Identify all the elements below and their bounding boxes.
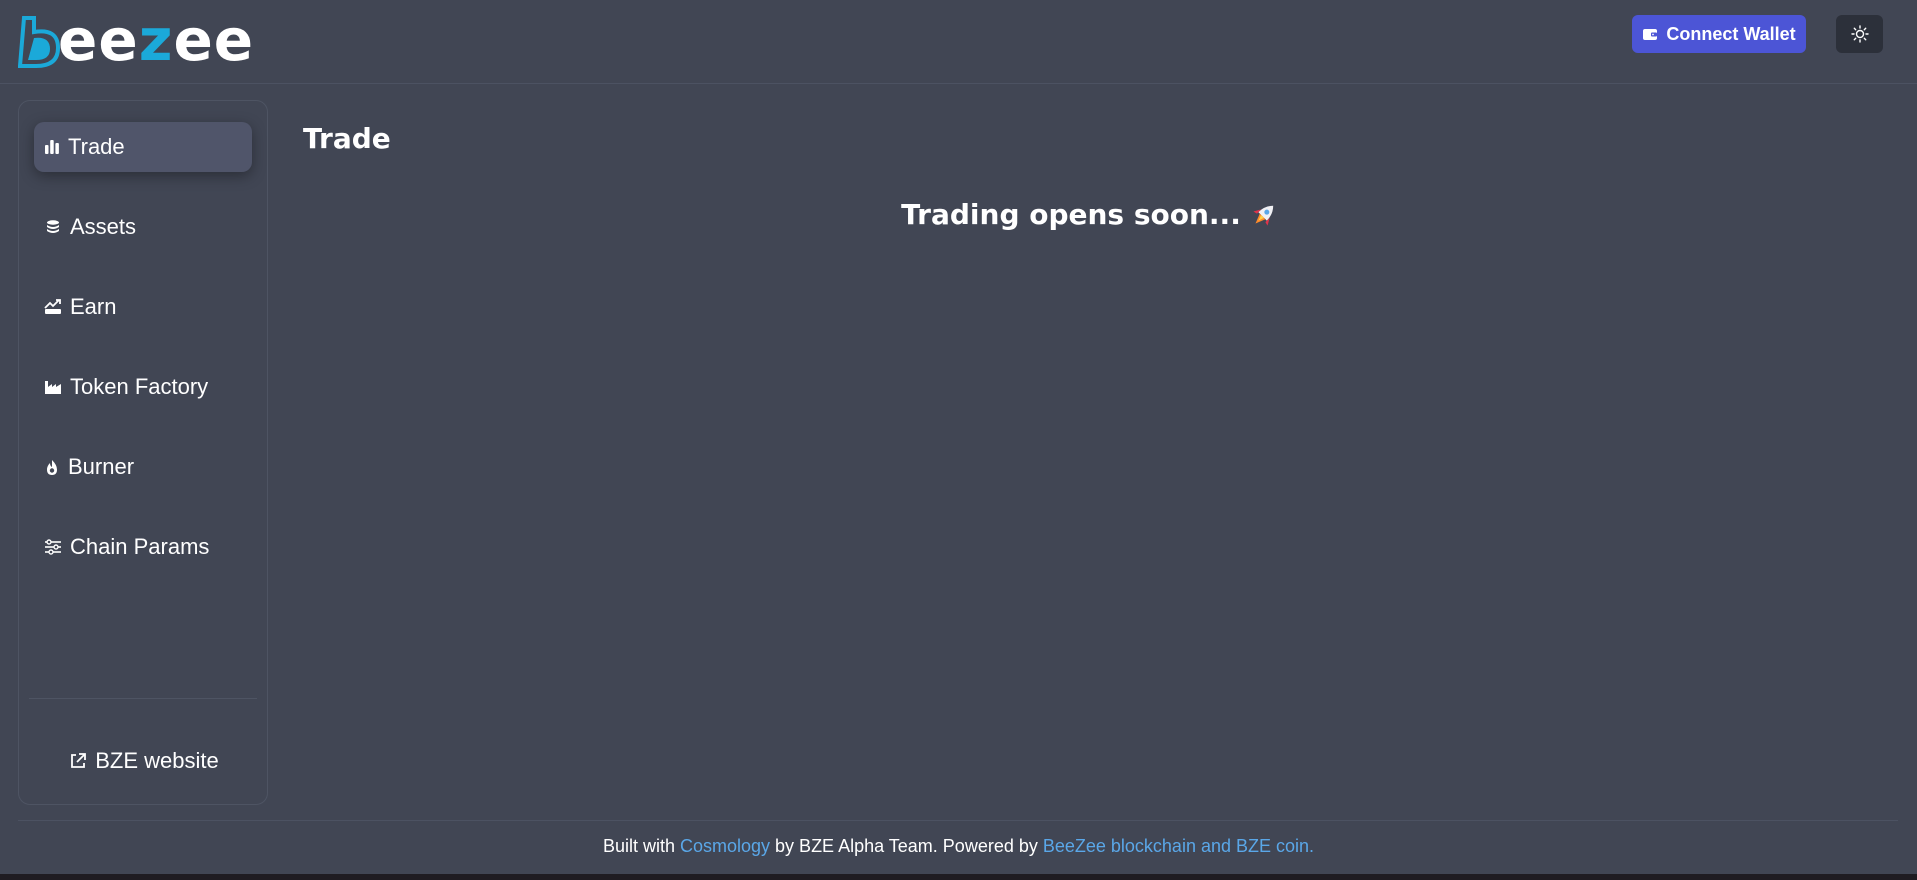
sidebar-item-label: Assets	[70, 214, 137, 239]
bze-website-label: BZE website	[95, 748, 219, 773]
sidebar-item-label: Chain Params	[70, 534, 210, 559]
sidebar-item-burner[interactable]: Burner	[34, 442, 252, 492]
logo-b-icon	[18, 16, 61, 68]
sidebar-item-label: Token Factory	[70, 374, 209, 399]
factory-icon	[45, 381, 61, 394]
cosmology-link[interactable]: Cosmology	[680, 836, 770, 856]
sidebar-item-trade[interactable]: Trade	[34, 122, 252, 172]
sidebar-item-assets[interactable]: Assets	[34, 202, 252, 252]
theme-toggle-button[interactable]	[1836, 15, 1883, 53]
sidebar-item-label: Earn	[70, 294, 117, 319]
top-header: eezee Connect Wallet	[0, 0, 1917, 84]
sidebar-item-token-factory[interactable]: Token Factory	[34, 362, 252, 412]
bottom-strip	[0, 874, 1917, 880]
beezee-logo[interactable]: eezee	[18, 6, 255, 74]
sidebar-item-label: Burner	[68, 454, 135, 479]
sidebar-divider	[29, 698, 257, 699]
trading-notice: Trading opens soon...	[300, 198, 1880, 231]
sidebar-item-label: Trade	[68, 134, 125, 159]
bar-chart-icon	[45, 140, 59, 154]
external-link-icon	[71, 753, 87, 768]
growth-icon	[44, 299, 61, 314]
notice-text: Trading opens soon...	[901, 198, 1241, 231]
sidebar-item-earn[interactable]: Earn	[34, 282, 252, 332]
sun-icon	[1850, 25, 1869, 43]
page-title: Trade	[303, 122, 391, 155]
footer-text: by BZE Alpha Team. Powered by	[770, 836, 1043, 856]
sidebar-item-chain-params[interactable]: Chain Params	[34, 522, 252, 572]
rocket-icon	[1253, 205, 1274, 226]
coins-icon	[47, 220, 59, 233]
sidebar: Trade Assets Earn Token Factory Burner C…	[18, 100, 268, 805]
footer: Built with Cosmology by BZE Alpha Team. …	[0, 836, 1917, 857]
footer-divider	[18, 820, 1898, 821]
footer-text: Built with	[602, 836, 680, 856]
sliders-icon	[45, 539, 61, 555]
connect-wallet-button[interactable]: Connect Wallet	[1632, 15, 1806, 53]
beezee-link[interactable]: BeeZee blockchain and BZE coin.	[1043, 836, 1314, 856]
logo-wordmark: eezee	[58, 6, 255, 74]
flame-icon	[47, 459, 57, 475]
bze-website-link[interactable]: BZE website	[19, 739, 269, 783]
connect-wallet-label: Connect Wallet	[1666, 23, 1796, 44]
wallet-icon	[1643, 29, 1658, 40]
